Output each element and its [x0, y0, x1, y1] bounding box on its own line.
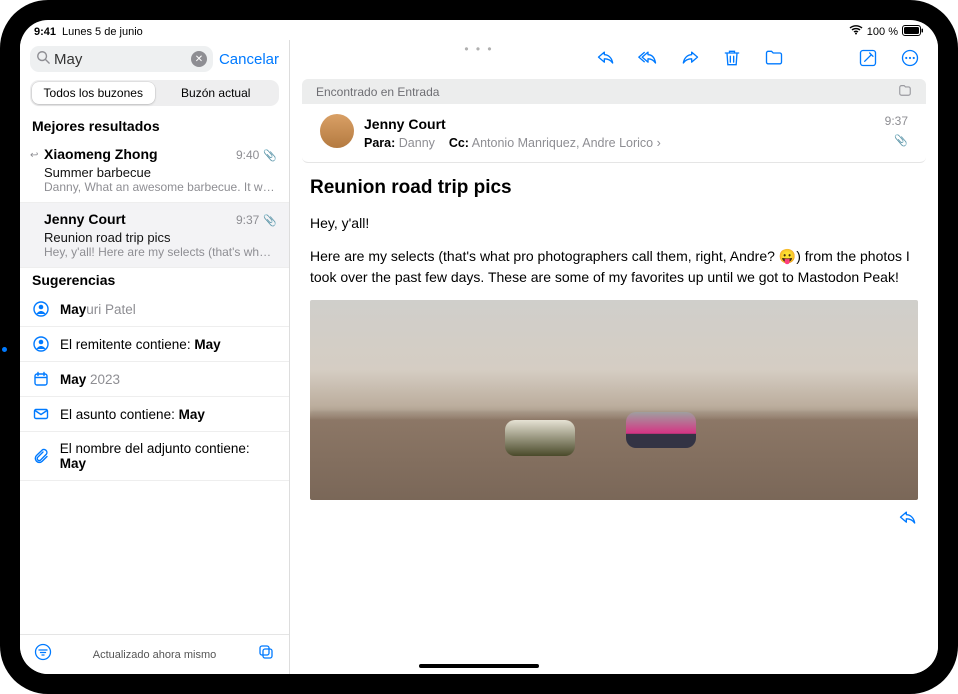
replied-icon: ↩︎	[30, 150, 38, 161]
sender-name: Xiaomeng Zhong	[44, 146, 158, 162]
message-pane: Encontrado en Entrada Jenny Court Para: …	[290, 40, 938, 674]
message-toolbar	[290, 40, 938, 79]
message-subject: Reunion road trip pics	[44, 230, 277, 245]
updated-text: Actualizado ahora mismo	[93, 649, 217, 661]
status-bar: 9:41 Lunes 5 de junio 100 %	[20, 20, 938, 40]
sidebar: May ✕ Cancelar Todos los buzones Buzón a…	[20, 40, 290, 674]
message-preview: Hey, y'all! Here are my selects (that's …	[44, 245, 277, 259]
header-sender-name: Jenny Court	[364, 114, 875, 134]
mail-icon	[32, 406, 50, 422]
more-button[interactable]	[900, 48, 920, 73]
found-in-label: Encontrado en Entrada	[316, 85, 439, 99]
battery-percent: 100 %	[867, 26, 898, 38]
found-in-bar: Encontrado en Entrada	[302, 79, 926, 104]
person-icon	[32, 301, 50, 317]
email-paragraph: Here are my selects (that's what pro pho…	[310, 246, 918, 288]
trash-button[interactable]	[722, 48, 742, 73]
multitasking-dots[interactable]: • • •	[464, 42, 493, 56]
top-hits-heading: Mejores resultados	[20, 114, 289, 138]
wifi-icon	[849, 25, 863, 39]
suggestion-date[interactable]: May 2023	[20, 362, 289, 397]
paperclip-icon	[32, 448, 50, 464]
chevron-right-icon[interactable]: ›	[657, 136, 661, 150]
email-subject: Reunion road trip pics	[310, 177, 918, 199]
message-header[interactable]: Jenny Court Para: Danny Cc: Antonio Manr…	[302, 104, 926, 163]
scope-segmented: Todos los buzones Buzón actual	[30, 80, 279, 106]
message-time: 9:37	[236, 213, 259, 227]
battery-icon	[902, 25, 924, 39]
search-value: May	[54, 51, 82, 68]
message-time: 9:40	[236, 148, 259, 162]
filter-button[interactable]	[34, 643, 52, 666]
attachment-icon: 📎	[885, 134, 908, 147]
reply-button[interactable]	[596, 48, 616, 73]
clear-search-button[interactable]: ✕	[191, 51, 207, 67]
scope-all[interactable]: Todos los buzones	[32, 82, 155, 104]
suggestion-from[interactable]: El remitente contiene: May	[20, 327, 289, 362]
search-icon	[36, 50, 50, 68]
scope-current[interactable]: Buzón actual	[155, 82, 278, 104]
side-indicator-dot	[2, 347, 7, 352]
forward-button[interactable]	[680, 48, 700, 73]
attached-photo[interactable]	[310, 300, 918, 500]
suggestion-person[interactable]: Mayuri Patel	[20, 292, 289, 327]
inbox-icon	[898, 83, 912, 100]
compose-button[interactable]	[858, 48, 878, 73]
status-date: Lunes 5 de junio	[62, 26, 143, 38]
message-preview: Danny, What an awesome barbecue. It was …	[44, 180, 277, 194]
sender-name: Jenny Court	[44, 211, 126, 227]
move-folder-button[interactable]	[764, 48, 784, 73]
attachment-icon: 📎	[263, 215, 277, 227]
reply-button-bottom[interactable]	[898, 508, 918, 533]
suggestion-subject[interactable]: El asunto contiene: May	[20, 397, 289, 432]
sender-avatar[interactable]	[320, 114, 354, 148]
message-subject: Summer barbecue	[44, 165, 277, 180]
status-time: 9:41	[34, 26, 56, 38]
suggestions-heading: Sugerencias	[20, 268, 289, 292]
calendar-icon	[32, 371, 50, 387]
search-input[interactable]: May ✕	[30, 46, 213, 72]
cancel-button[interactable]: Cancelar	[219, 51, 279, 68]
suggestion-attachment[interactable]: El nombre del adjunto contiene: May	[20, 432, 289, 481]
message-row[interactable]: ↩︎ Xiaomeng Zhong 9:40📎 Summer barbecue …	[20, 138, 289, 203]
header-time: 9:37	[885, 114, 908, 128]
message-row[interactable]: Jenny Court 9:37 📎 Reunion road trip pics…	[20, 203, 289, 268]
stack-button[interactable]	[257, 643, 275, 666]
reply-all-button[interactable]	[638, 48, 658, 73]
email-paragraph: Hey, y'all!	[310, 213, 918, 234]
attachment-icon: 📎	[263, 150, 277, 162]
home-indicator[interactable]	[419, 664, 539, 668]
person-icon	[32, 336, 50, 352]
